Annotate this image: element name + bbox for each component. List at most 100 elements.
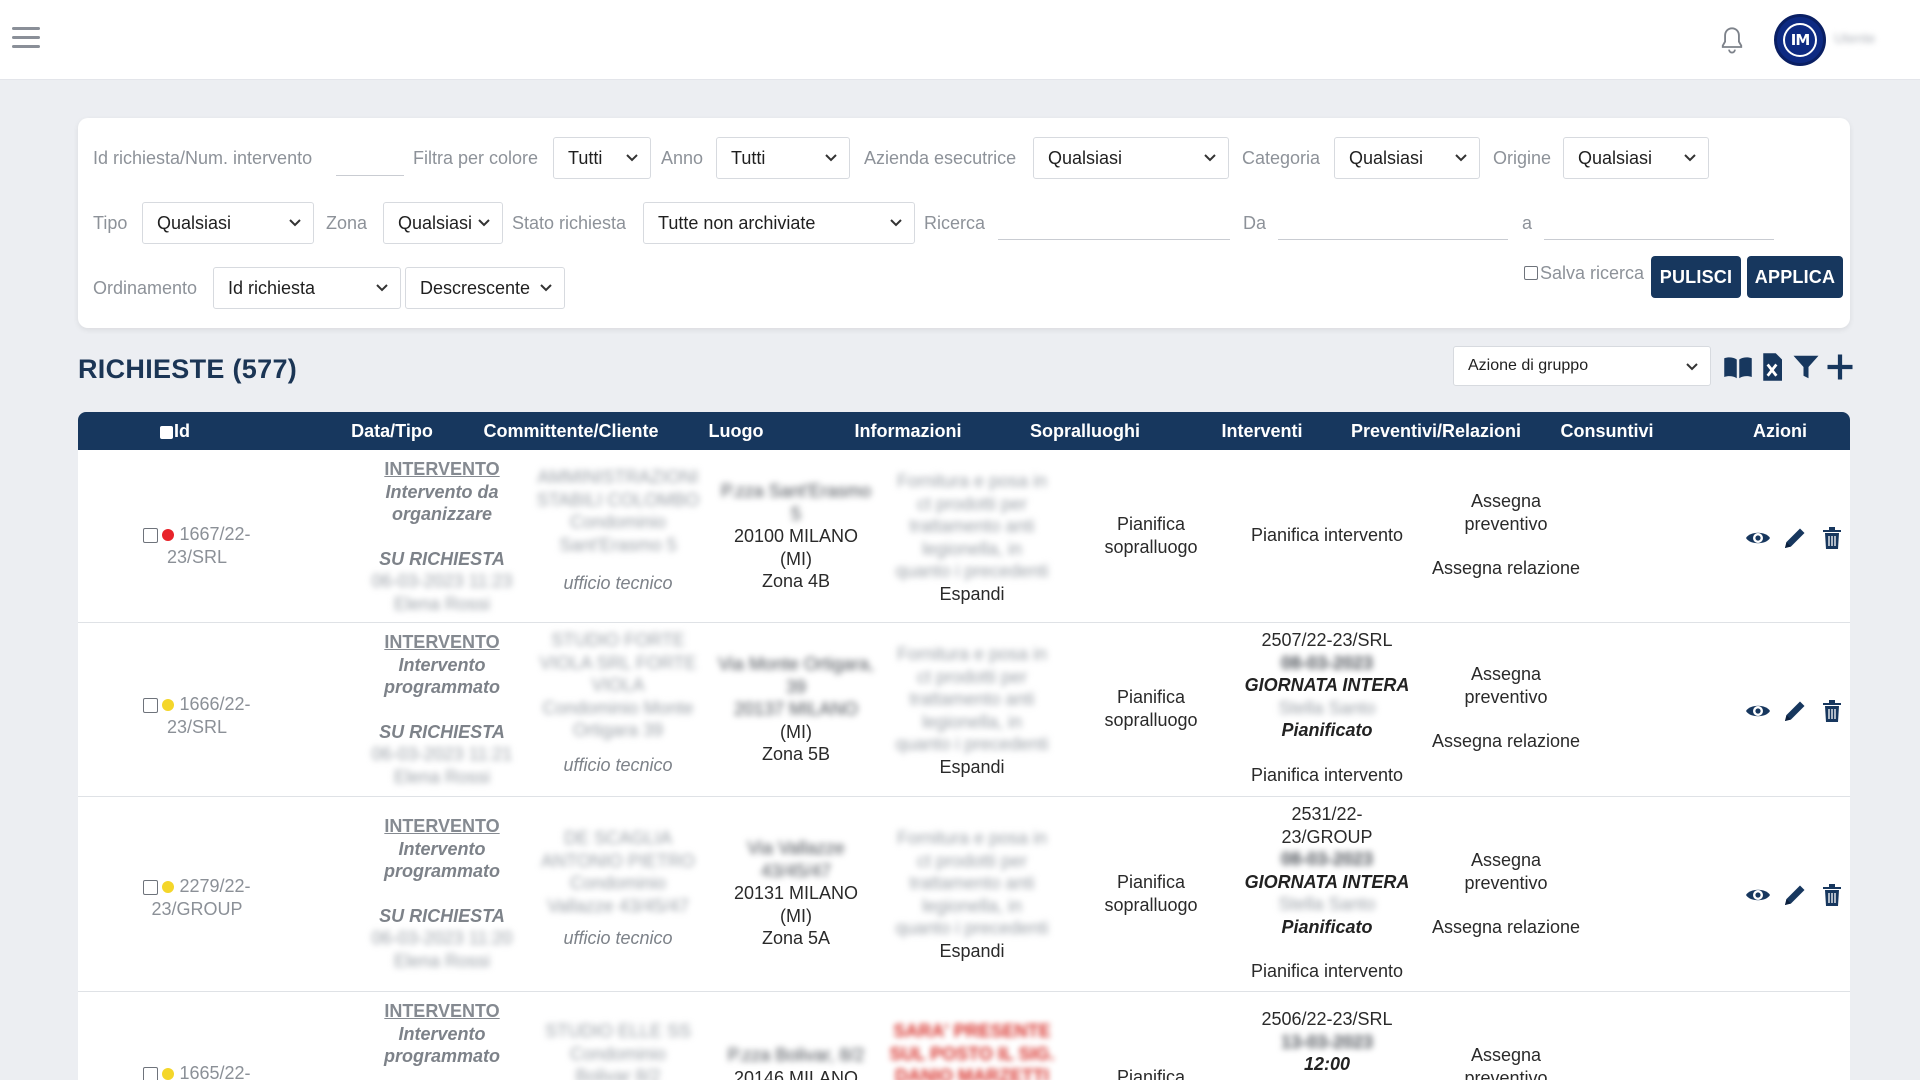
committente-line: STUDIO ELLE SS — [544, 1021, 692, 1041]
row-checkbox[interactable] — [143, 879, 159, 895]
header-azioni: Azioni — [1753, 421, 1807, 441]
header-informazioni[interactable]: Informazioni — [820, 421, 996, 442]
zona-select[interactable]: Qualsiasi — [383, 202, 503, 244]
edit-icon[interactable] — [1781, 697, 1809, 725]
intervento-id-link[interactable]: 2506/22-23/SRL — [1231, 1008, 1423, 1031]
row-id-line[interactable]: 23/GROUP — [151, 899, 242, 919]
info-line: ct prodotti per — [916, 850, 1028, 871]
sopralluogo-line[interactable]: sopralluogo — [1062, 536, 1240, 559]
assegna-relazione-link[interactable]: Assegna relazione — [1416, 730, 1596, 753]
ricerca-input[interactable] — [998, 210, 1230, 240]
sopralluogo-line[interactable]: Pianifica — [1062, 513, 1240, 536]
row-id-line[interactable]: 1666/22- — [179, 694, 250, 714]
assegna-preventivo-link[interactable]: Assegna — [1416, 490, 1596, 513]
row-tipo[interactable]: INTERVENTO — [335, 458, 549, 481]
edit-icon[interactable] — [1781, 881, 1809, 909]
espandi-link[interactable]: Espandi — [884, 756, 1060, 779]
salva-ricerca-checkbox[interactable] — [1524, 266, 1538, 280]
sopralluogo-line[interactable]: sopralluogo — [1062, 709, 1240, 732]
intervento-id-link[interactable]: 2531/22- — [1231, 803, 1423, 826]
assegna-preventivo-link[interactable]: preventivo — [1416, 872, 1596, 895]
filter-icon[interactable] — [1791, 352, 1821, 382]
excel-export-icon[interactable] — [1757, 352, 1787, 382]
sopralluogo-line[interactable]: sopralluogo — [1062, 894, 1240, 917]
colore-select[interactable]: Tutti — [553, 137, 651, 179]
intervento-id-link[interactable]: 2507/22-23/SRL — [1231, 629, 1423, 652]
anno-select[interactable]: Tutti — [716, 137, 850, 179]
header-data-tipo[interactable]: Data/Tipo — [322, 421, 462, 442]
azienda-select[interactable]: Qualsiasi — [1033, 137, 1229, 179]
header-sopralluoghi[interactable]: Sopralluoghi — [996, 421, 1174, 442]
direzione-select[interactable]: Descrescente — [405, 267, 565, 309]
origine-select[interactable]: Qualsiasi — [1563, 137, 1709, 179]
assegna-relazione-link[interactable]: Assegna relazione — [1416, 916, 1596, 939]
row-tipo[interactable]: INTERVENTO — [335, 815, 549, 838]
assegna-preventivo-link[interactable]: preventivo — [1416, 1067, 1596, 1080]
view-icon[interactable] — [1744, 524, 1772, 552]
espandi-link[interactable]: Espandi — [884, 583, 1060, 606]
row-sopralluogo[interactable]: Pianifica — [1062, 1066, 1240, 1080]
assegna-relazione-link[interactable]: Assegna relazione — [1416, 557, 1596, 580]
row-tipo[interactable]: INTERVENTO — [335, 631, 549, 654]
row-sopralluogo[interactable]: Pianifica sopralluogo — [1062, 686, 1240, 731]
a-date-input[interactable] — [1544, 210, 1774, 240]
view-icon[interactable] — [1744, 697, 1772, 725]
assegna-preventivo-link[interactable]: Assegna — [1416, 1044, 1596, 1067]
assegna-preventivo-link[interactable]: preventivo — [1416, 686, 1596, 709]
luogo-line: (MI) — [780, 905, 812, 926]
user-name[interactable]: Utente — [1834, 30, 1918, 46]
notification-bell-icon[interactable] — [1718, 26, 1746, 56]
sopralluogo-line[interactable]: Pianifica — [1062, 1066, 1240, 1080]
hamburger-menu-icon[interactable] — [12, 27, 40, 49]
row-id-line[interactable]: 2279/22- — [179, 876, 250, 896]
sopralluogo-line[interactable]: Pianifica — [1062, 871, 1240, 894]
chevron-down-icon — [478, 219, 490, 227]
azione-gruppo-select[interactable]: Azione di gruppo — [1453, 346, 1711, 386]
sopralluogo-line[interactable]: Pianifica — [1062, 686, 1240, 709]
header-luogo[interactable]: Luogo — [642, 421, 830, 442]
stato-select[interactable]: Tutte non archiviate — [643, 202, 915, 244]
assegna-preventivo-link[interactable]: Assegna — [1416, 849, 1596, 872]
row-checkbox[interactable] — [143, 527, 159, 543]
edit-icon[interactable] — [1781, 524, 1809, 552]
ordinamento-select[interactable]: Id richiesta — [213, 267, 401, 309]
table-header: Id Data/Tipo Committente/Cliente Luogo I… — [78, 412, 1850, 450]
tipo-select[interactable]: Qualsiasi — [142, 202, 314, 244]
add-icon[interactable] — [1825, 352, 1855, 382]
row-sopralluogo[interactable]: Pianifica sopralluogo — [1062, 871, 1240, 916]
assegna-preventivo-link[interactable]: Assegna — [1416, 663, 1596, 686]
row-id-line[interactable]: 23/SRL — [167, 717, 227, 737]
row-id-line[interactable]: 23/SRL — [167, 547, 227, 567]
id-richiesta-input[interactable] — [336, 146, 404, 176]
user-avatar[interactable]: IM — [1774, 14, 1826, 66]
pulisci-button[interactable]: PULISCI — [1651, 256, 1741, 298]
delete-icon[interactable] — [1818, 881, 1846, 909]
row-sopralluogo[interactable]: Pianifica sopralluogo — [1062, 513, 1240, 558]
header-preventivi[interactable]: Preventivi/Relazioni — [1340, 421, 1532, 442]
select-all-checkbox[interactable] — [160, 425, 173, 439]
delete-icon[interactable] — [1818, 524, 1846, 552]
delete-icon[interactable] — [1818, 697, 1846, 725]
row-checkbox[interactable] — [143, 697, 159, 713]
header-interventi[interactable]: Interventi — [1174, 421, 1350, 442]
row-tipo[interactable]: INTERVENTO — [335, 1000, 549, 1023]
applica-button[interactable]: APPLICA — [1747, 256, 1843, 298]
view-icon[interactable] — [1744, 881, 1772, 909]
assegna-preventivo-link[interactable]: preventivo — [1416, 513, 1596, 536]
header-consuntivi[interactable]: Consuntivi — [1524, 421, 1690, 442]
row-checkbox[interactable] — [143, 1066, 159, 1080]
row-id-line[interactable]: 1667/22- — [179, 524, 250, 544]
row-id-line[interactable]: 1665/22- — [179, 1063, 250, 1080]
categoria-label: Categoria — [1242, 148, 1321, 168]
pianifica-intervento-link[interactable]: Pianifica intervento — [1231, 764, 1423, 787]
book-icon[interactable] — [1723, 352, 1753, 382]
intervento-id-link[interactable]: 23/GROUP — [1231, 826, 1423, 849]
pianifica-intervento-link[interactable]: Pianifica intervento — [1231, 524, 1423, 547]
da-date-input[interactable] — [1278, 210, 1508, 240]
row-luogo: Via Monte Ortigara, 39 20137 MILANO (MI)… — [708, 653, 884, 766]
categoria-select[interactable]: Qualsiasi — [1334, 137, 1480, 179]
top-bar: IM Utente — [0, 0, 1920, 80]
pianifica-intervento-link[interactable]: Pianifica intervento — [1231, 960, 1423, 983]
espandi-link[interactable]: Espandi — [884, 940, 1060, 963]
info-line: trattamento anti — [909, 873, 1035, 893]
